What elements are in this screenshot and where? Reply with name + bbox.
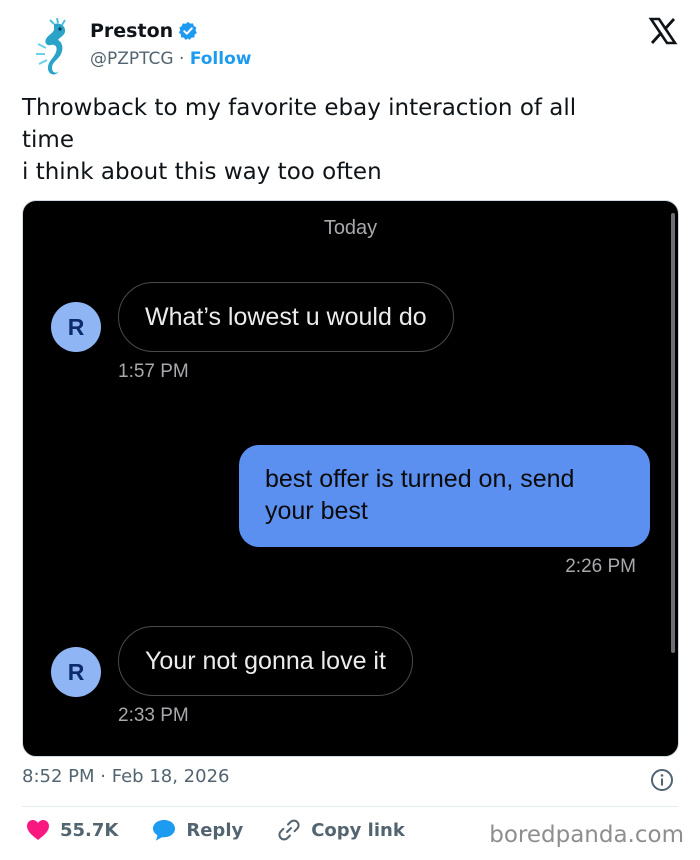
- tweet-text: Throwback to my favorite ebay interactio…: [22, 92, 672, 188]
- reply-bubble-icon: [153, 820, 176, 841]
- x-logo-icon[interactable]: [648, 16, 678, 46]
- tweet-text-line: i think about this way too often: [22, 159, 382, 185]
- message-time: 1:57 PM: [118, 361, 189, 382]
- chat-scrollbar[interactable]: [671, 213, 675, 653]
- chat-screenshot-image[interactable]: Today R What’s lowest u would do 1:57 PM…: [22, 200, 679, 757]
- tweet-timestamp[interactable]: 8:52 PM · Feb 18, 2026: [22, 766, 229, 787]
- divider: [22, 806, 678, 807]
- reply-label: Reply: [186, 819, 244, 841]
- incoming-message-bubble: Your not gonna love it: [118, 626, 413, 696]
- message-time: 2:33 PM: [118, 705, 189, 726]
- author-handle-row: @PZPTCG · Follow: [90, 49, 251, 69]
- reply-button[interactable]: Reply: [152, 819, 243, 841]
- tweet-text-line: Throwback to my favorite ebay interactio…: [22, 95, 577, 121]
- watermark: boredpanda.com: [489, 822, 684, 848]
- tweet-date: Feb 18, 2026: [111, 766, 230, 787]
- timestamp-separator: ·: [100, 766, 106, 787]
- tweet-header: Preston @PZPTCG · Follow: [22, 14, 678, 84]
- sender-avatar: R: [51, 647, 101, 697]
- tweet-text-line: time: [22, 127, 74, 153]
- link-icon: [278, 819, 300, 841]
- author-name[interactable]: Preston: [90, 20, 173, 42]
- sender-avatar: R: [51, 302, 101, 352]
- handle-separator: ·: [179, 49, 185, 69]
- verified-badge-icon: [178, 21, 197, 40]
- message-time: 2:26 PM: [565, 556, 636, 577]
- follow-button[interactable]: Follow: [190, 49, 252, 69]
- tweet-actions: 55.7K Reply Copy link: [26, 818, 439, 842]
- outgoing-message-bubble: best offer is turned on, send your best: [239, 445, 650, 547]
- like-button[interactable]: 55.7K: [26, 819, 118, 841]
- tweet-time: 8:52 PM: [22, 766, 95, 787]
- copy-link-button[interactable]: Copy link: [277, 818, 405, 842]
- copy-link-label: Copy link: [311, 819, 405, 841]
- chat-day-label: Today: [323, 217, 378, 239]
- like-count: 55.7K: [60, 819, 119, 841]
- seahorse-avatar-icon[interactable]: [30, 18, 76, 78]
- incoming-message-bubble: What’s lowest u would do: [118, 282, 454, 352]
- heart-icon: [27, 820, 49, 840]
- author-handle[interactable]: @PZPTCG: [90, 49, 174, 69]
- info-icon[interactable]: [650, 768, 674, 792]
